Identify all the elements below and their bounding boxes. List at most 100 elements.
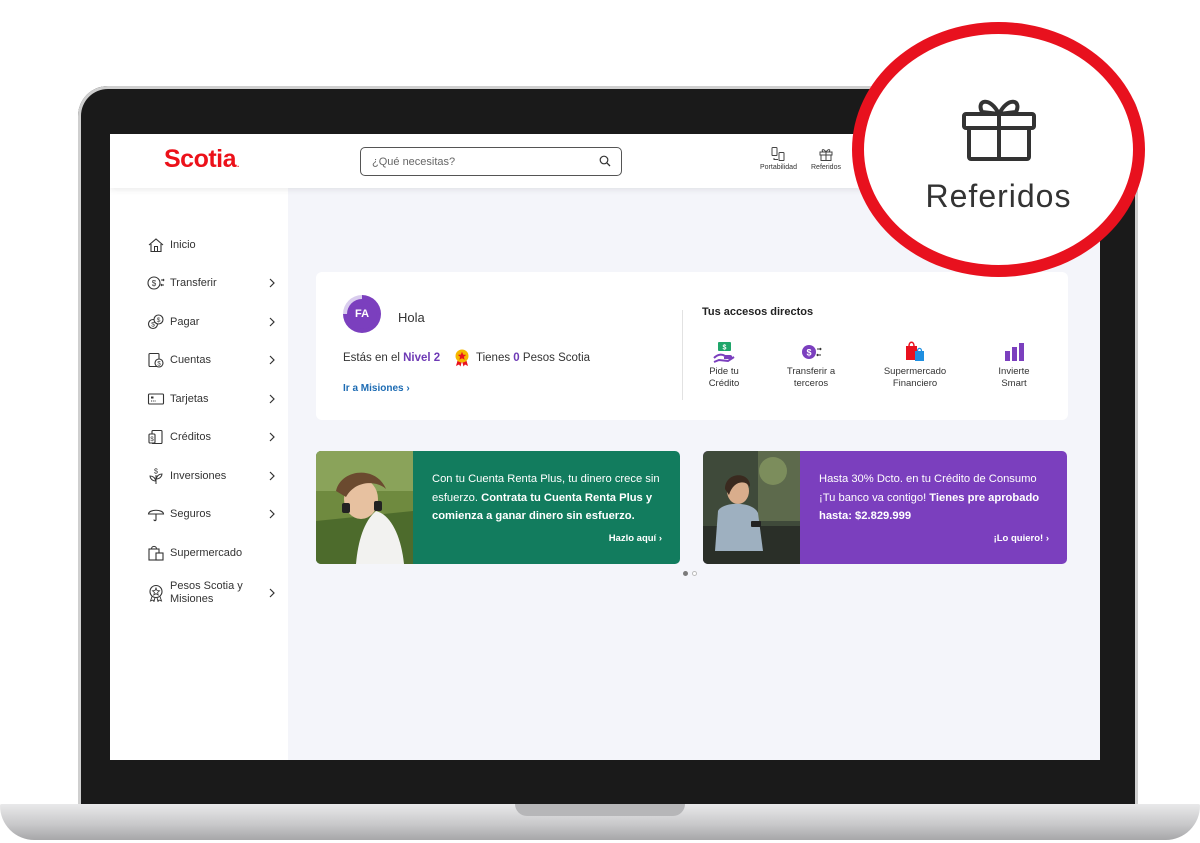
svg-text:$: $ [151,322,155,329]
svg-text:$: $ [806,348,811,358]
search-input[interactable] [361,148,581,175]
sidebar: Inicio $ Transferir $ $ Pagar $ Cuentas T… [110,188,288,760]
pesos-scotia-balance: Tienes 0 Pesos Scotia [454,349,590,367]
card-divider [682,310,683,400]
header-portabilidad-label: Portabilidad [760,164,797,171]
bar-chart-icon [984,340,1044,364]
gift-icon [962,99,1036,161]
laptop-mockup: Scotia. Portabilidad Referidos Inicio $ [0,0,1200,843]
shopping-bags-icon [871,340,959,364]
sidebar-item-creditos[interactable]: $ Créditos [146,425,276,449]
pesos-amount: 0 [513,352,520,364]
svg-text:$: $ [154,469,158,476]
shortcut-pide-credito[interactable]: $ Pide tu Crédito [696,340,752,390]
carousel-dot[interactable] [692,571,697,576]
chevron-right-icon [269,394,275,404]
sidebar-item-label: Tarjetas [170,392,209,405]
sidebar-item-label: Cuentas [170,353,211,366]
woman-lying-grass-photo [316,451,413,564]
sidebar-item-pesos-scotia[interactable]: Pesos Scotia y Misiones [146,576,276,610]
chevron-right-icon [269,355,275,365]
scotia-logo[interactable]: Scotia. [164,145,239,174]
header-portabilidad[interactable]: Portabilidad [760,146,797,171]
sidebar-item-tarjetas[interactable]: Tarjetas [146,387,276,411]
missions-link[interactable]: Ir a Misiones › [343,383,410,394]
woman-phone-cafe-photo [703,451,800,564]
shortcut-transferir-terceros[interactable]: $ Transferir a terceros [774,340,848,390]
medal-icon [146,584,166,602]
shortcut-label-line2: terceros [793,378,829,389]
callout-label: Referidos [925,178,1072,214]
chevron-right-icon [269,588,275,598]
shortcut-supermercado-financiero[interactable]: Supermercado Financiero [871,340,959,390]
sidebar-item-label: Créditos [170,430,211,443]
chevron-right-icon [269,278,275,288]
header-referidos-label: Referidos [811,164,841,171]
sidebar-item-label: Pesos Scotia y Misiones [170,580,243,605]
lo-quiero-link[interactable]: ¡Lo quiero! › [994,533,1049,544]
sidebar-item-label: Seguros [170,507,211,520]
sidebar-item-label: Transferir [170,276,217,289]
shortcut-label-line1: Transferir a [786,366,836,377]
hazlo-aqui-link[interactable]: Hazlo aquí › [609,533,662,544]
banner-text: Con tu Cuenta Renta Plus, tu dinero crec… [432,470,668,526]
search-icon[interactable] [599,155,611,167]
shortcut-label-line2: Financiero [892,378,938,389]
promo-banner-renta-plus[interactable]: Con tu Cuenta Renta Plus, tu dinero crec… [316,451,680,564]
coins-icon: $ $ [146,313,166,331]
logo-dot: . [237,160,239,169]
chevron-right-icon [269,471,275,481]
sidebar-item-pagar[interactable]: $ $ Pagar [146,310,276,334]
sidebar-item-inicio[interactable]: Inicio [146,233,276,257]
sidebar-item-inversiones[interactable]: $ Inversiones [146,464,276,488]
star-medal-icon [455,349,469,367]
gift-icon [819,149,833,161]
logo-text: Scotia [164,145,237,173]
sidebar-item-label: Inicio [170,238,196,251]
carousel-dot-active[interactable] [683,571,688,576]
home-icon [146,236,166,254]
sidebar-item-label: Pagar [170,315,200,328]
shortcut-label-line1: Supermercado [883,366,947,377]
credit-icon: $ [146,428,166,446]
welcome-card: FA Hola Estás en el Nivel 2 Tienes 0 Pes… [316,272,1068,420]
sidebar-item-cuentas[interactable]: $ Cuentas [146,348,276,372]
chevron-right-icon [269,509,275,519]
promo-banner-credito-consumo[interactable]: Hasta 30% Dcto. en tu Crédito de Consumo… [703,451,1067,564]
card-icon [146,390,166,408]
search-box [360,147,622,176]
sidebar-item-supermercado[interactable]: Supermercado [146,541,276,565]
shortcut-invierte-smart[interactable]: Invierte Smart [984,340,1044,390]
shortcuts-title: Tus accesos directos [702,306,814,318]
header-referidos[interactable]: Referidos [811,146,841,171]
avatar-initials: FA [347,299,377,329]
level-text: Estás en el Nivel 2 [343,352,440,364]
plant-icon: $ [146,467,166,485]
referidos-callout: Referidos [852,22,1145,277]
cash-hand-icon: $ [696,340,752,364]
banner-text: Hasta 30% Dcto. en tu Crédito de Consumo… [819,470,1055,526]
svg-text:$: $ [152,279,157,288]
sidebar-item-seguros[interactable]: Seguros [146,502,276,526]
level-value: Nivel 2 [403,352,441,364]
umbrella-icon [146,505,166,523]
sidebar-item-transferir[interactable]: $ Transferir [146,271,276,295]
sidebar-item-label: Inversiones [170,469,227,482]
greeting: Hola [398,310,425,325]
svg-text:$: $ [157,317,161,324]
chevron-right-icon [269,317,275,327]
laptop-notch [515,804,685,816]
shopping-bag-icon [146,544,166,562]
transfer-icon: $ [146,274,166,292]
sidebar-item-label: Supermercado [170,546,243,559]
accounts-icon: $ [146,351,166,369]
shortcut-label-line1: Invierte [998,366,1030,377]
portability-icon [771,147,785,161]
carousel-dots [683,571,697,576]
pesos-suffix: Pesos Scotia [522,352,591,364]
transfer-coin-icon: $ [774,340,848,364]
chevron-right-icon [269,432,275,442]
level-prefix: Estás en el [343,352,400,364]
avatar[interactable]: FA [343,295,381,333]
svg-text:$: $ [723,345,727,352]
